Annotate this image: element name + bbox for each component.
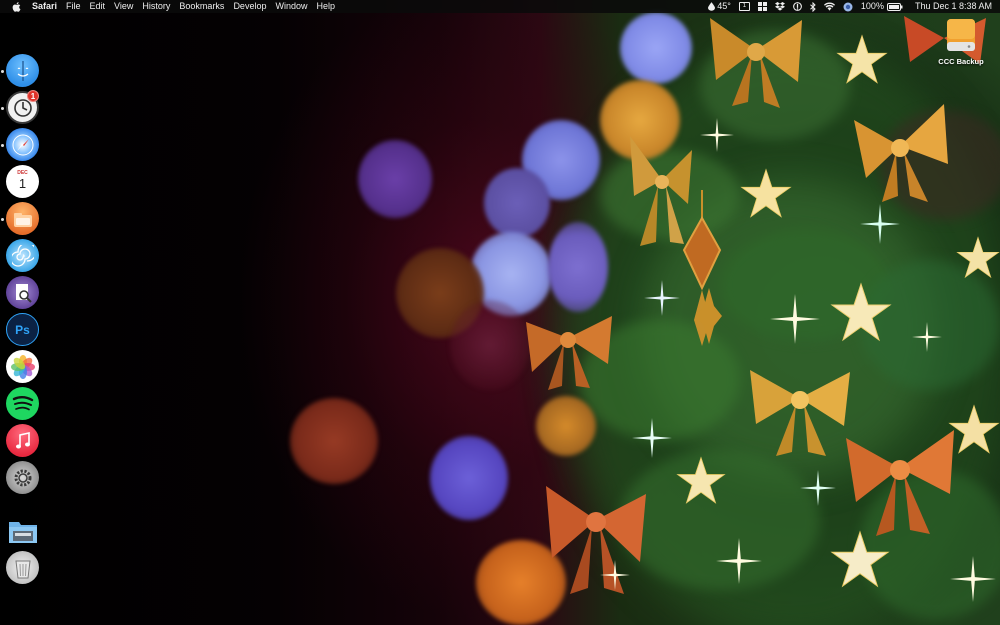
calendar-status[interactable]: 1 — [738, 0, 750, 13]
mail-badge: 1 — [27, 90, 39, 102]
menu-file[interactable]: File — [66, 0, 81, 13]
menu-edit[interactable]: Edit — [90, 0, 106, 13]
weather-status[interactable]: 45° — [708, 0, 731, 13]
spotify-icon — [12, 395, 33, 410]
info-circle-icon — [793, 2, 802, 11]
shell-app-icon — [11, 244, 34, 267]
info-status[interactable] — [793, 0, 802, 13]
dock-spotify[interactable] — [6, 387, 39, 420]
dock-music[interactable] — [6, 424, 39, 457]
calendar-menubar-icon: 1 — [738, 2, 750, 11]
finder-icon — [17, 60, 28, 81]
dock-preview[interactable] — [6, 276, 39, 309]
dock-mail[interactable]: 1 — [6, 90, 39, 124]
user-status[interactable] — [843, 0, 853, 13]
menu-bar: Safari File Edit View History Bookmarks … — [0, 0, 1000, 13]
preview-icon — [15, 283, 32, 303]
menu-help[interactable]: Help — [316, 0, 335, 13]
dock-safari[interactable] — [6, 128, 39, 161]
desktop-drive-label: CCC Backup — [938, 57, 984, 66]
dock-photos[interactable] — [6, 350, 39, 383]
dock-files[interactable] — [6, 202, 39, 235]
battery-status[interactable]: 100% — [861, 0, 903, 13]
wifi-icon — [823, 2, 835, 11]
dock-trash[interactable] — [6, 551, 39, 584]
menu-window[interactable]: Window — [275, 0, 307, 13]
temperature-text: 45° — [717, 1, 731, 11]
menu-history[interactable]: History — [142, 0, 170, 13]
desktop-drive-ccc-backup[interactable]: CCC Backup — [930, 18, 992, 66]
photos-icon — [10, 354, 35, 379]
wifi-status[interactable] — [823, 0, 835, 13]
music-icon — [15, 431, 30, 448]
photoshop-icon: Ps — [15, 322, 30, 337]
menu-app-name[interactable]: Safari — [32, 0, 57, 13]
bluetooth-icon — [810, 1, 816, 12]
trash-icon — [14, 560, 31, 578]
calendar-day: 1 — [18, 176, 27, 191]
grid-icon — [757, 2, 767, 11]
apple-logo-icon[interactable] — [10, 0, 22, 13]
running-indicator — [1, 144, 4, 147]
grid-status[interactable] — [757, 0, 767, 13]
dock: 1 DEC 1 Ps — [0, 52, 46, 592]
dock-photoshop[interactable]: Ps — [6, 313, 39, 346]
dropbox-icon — [774, 2, 785, 11]
dropbox-status[interactable] — [774, 0, 785, 13]
menu-view[interactable]: View — [114, 0, 133, 13]
external-drive-icon — [946, 18, 976, 52]
desktop-wallpaper — [0, 0, 1000, 625]
battery-icon — [886, 2, 903, 11]
dock-system-preferences[interactable] — [6, 461, 39, 494]
running-indicator — [1, 70, 4, 73]
dock-shell-app[interactable] — [6, 239, 39, 272]
files-icon — [13, 212, 32, 227]
bluetooth-status[interactable] — [810, 0, 816, 13]
dock-downloads-folder[interactable] — [6, 514, 39, 547]
menu-bookmarks[interactable]: Bookmarks — [179, 0, 224, 13]
menu-develop[interactable]: Develop — [233, 0, 266, 13]
user-globe-icon — [843, 2, 853, 11]
dock-calendar[interactable]: DEC 1 — [6, 165, 39, 198]
system-preferences-icon — [14, 469, 31, 486]
weather-drop-icon — [708, 2, 716, 11]
safari-icon — [12, 134, 33, 155]
running-indicator — [1, 218, 4, 221]
dock-finder[interactable] — [6, 54, 39, 87]
menu-clock[interactable]: Thu Dec 1 8:38 AM — [915, 0, 992, 13]
running-indicator — [1, 107, 4, 110]
battery-percent: 100% — [860, 1, 884, 11]
downloads-folder-icon — [8, 521, 37, 543]
